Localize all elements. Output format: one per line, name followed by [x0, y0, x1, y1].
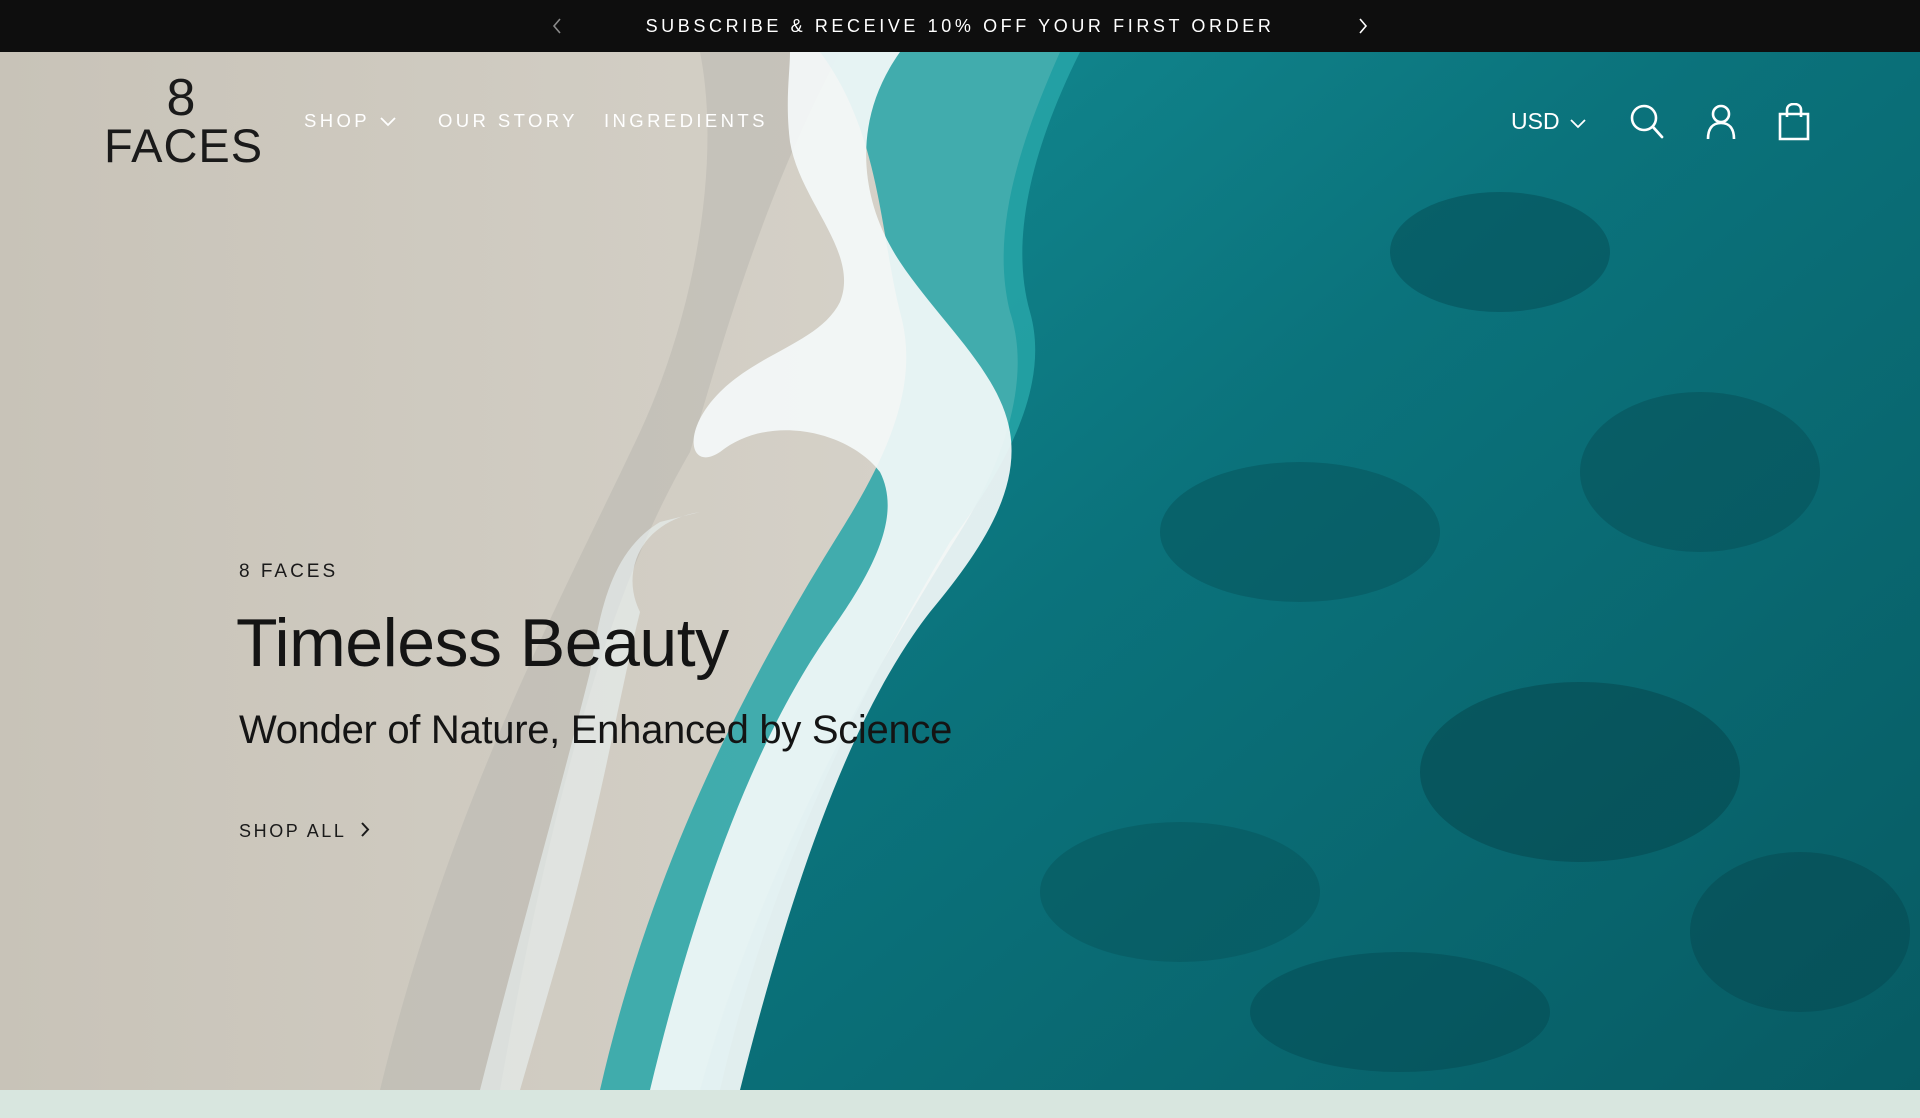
cta-label: SHOP ALL — [239, 821, 347, 841]
logo-word: FACES — [104, 119, 264, 172]
currency-selector[interactable]: USD — [1511, 108, 1586, 135]
hero-headline: Timeless Beauty — [236, 605, 729, 681]
shop-all-button[interactable]: SHOP ALL — [239, 821, 370, 842]
chevron-down-icon — [380, 110, 396, 132]
hero-eyebrow: 8 FACES — [239, 561, 339, 582]
nav-item-shop[interactable]: SHOP — [304, 110, 396, 132]
nav-item-label: SHOP — [304, 110, 371, 131]
currency-value: USD — [1511, 108, 1560, 134]
chevron-right-icon — [360, 821, 370, 842]
logo-number: 8 — [166, 69, 196, 127]
hero-subheadline: Wonder of Nature, Enhanced by Science — [239, 708, 953, 752]
nav-item-ingredients[interactable]: INGREDIENTS — [604, 110, 768, 132]
nav-item-our-story[interactable]: OUR STORY — [438, 110, 578, 132]
next-section-strip — [0, 1090, 1920, 1118]
brand-logo[interactable]: 8 FACES — [104, 69, 264, 172]
chevron-down-icon — [1569, 108, 1586, 135]
search-icon[interactable] — [1629, 103, 1665, 141]
announcement-bar: SUBSCRIBE & RECEIVE 10% OFF YOUR FIRST O… — [0, 0, 1920, 52]
account-icon[interactable] — [1703, 103, 1739, 141]
chevron-right-icon[interactable] — [1350, 13, 1376, 39]
hero-banner: 8 FACES SHOP OUR STORY INGREDIENTS USD 8… — [0, 52, 1920, 1090]
cart-icon[interactable] — [1776, 102, 1812, 141]
announcement-text[interactable]: SUBSCRIBE & RECEIVE 10% OFF YOUR FIRST O… — [0, 0, 1920, 52]
